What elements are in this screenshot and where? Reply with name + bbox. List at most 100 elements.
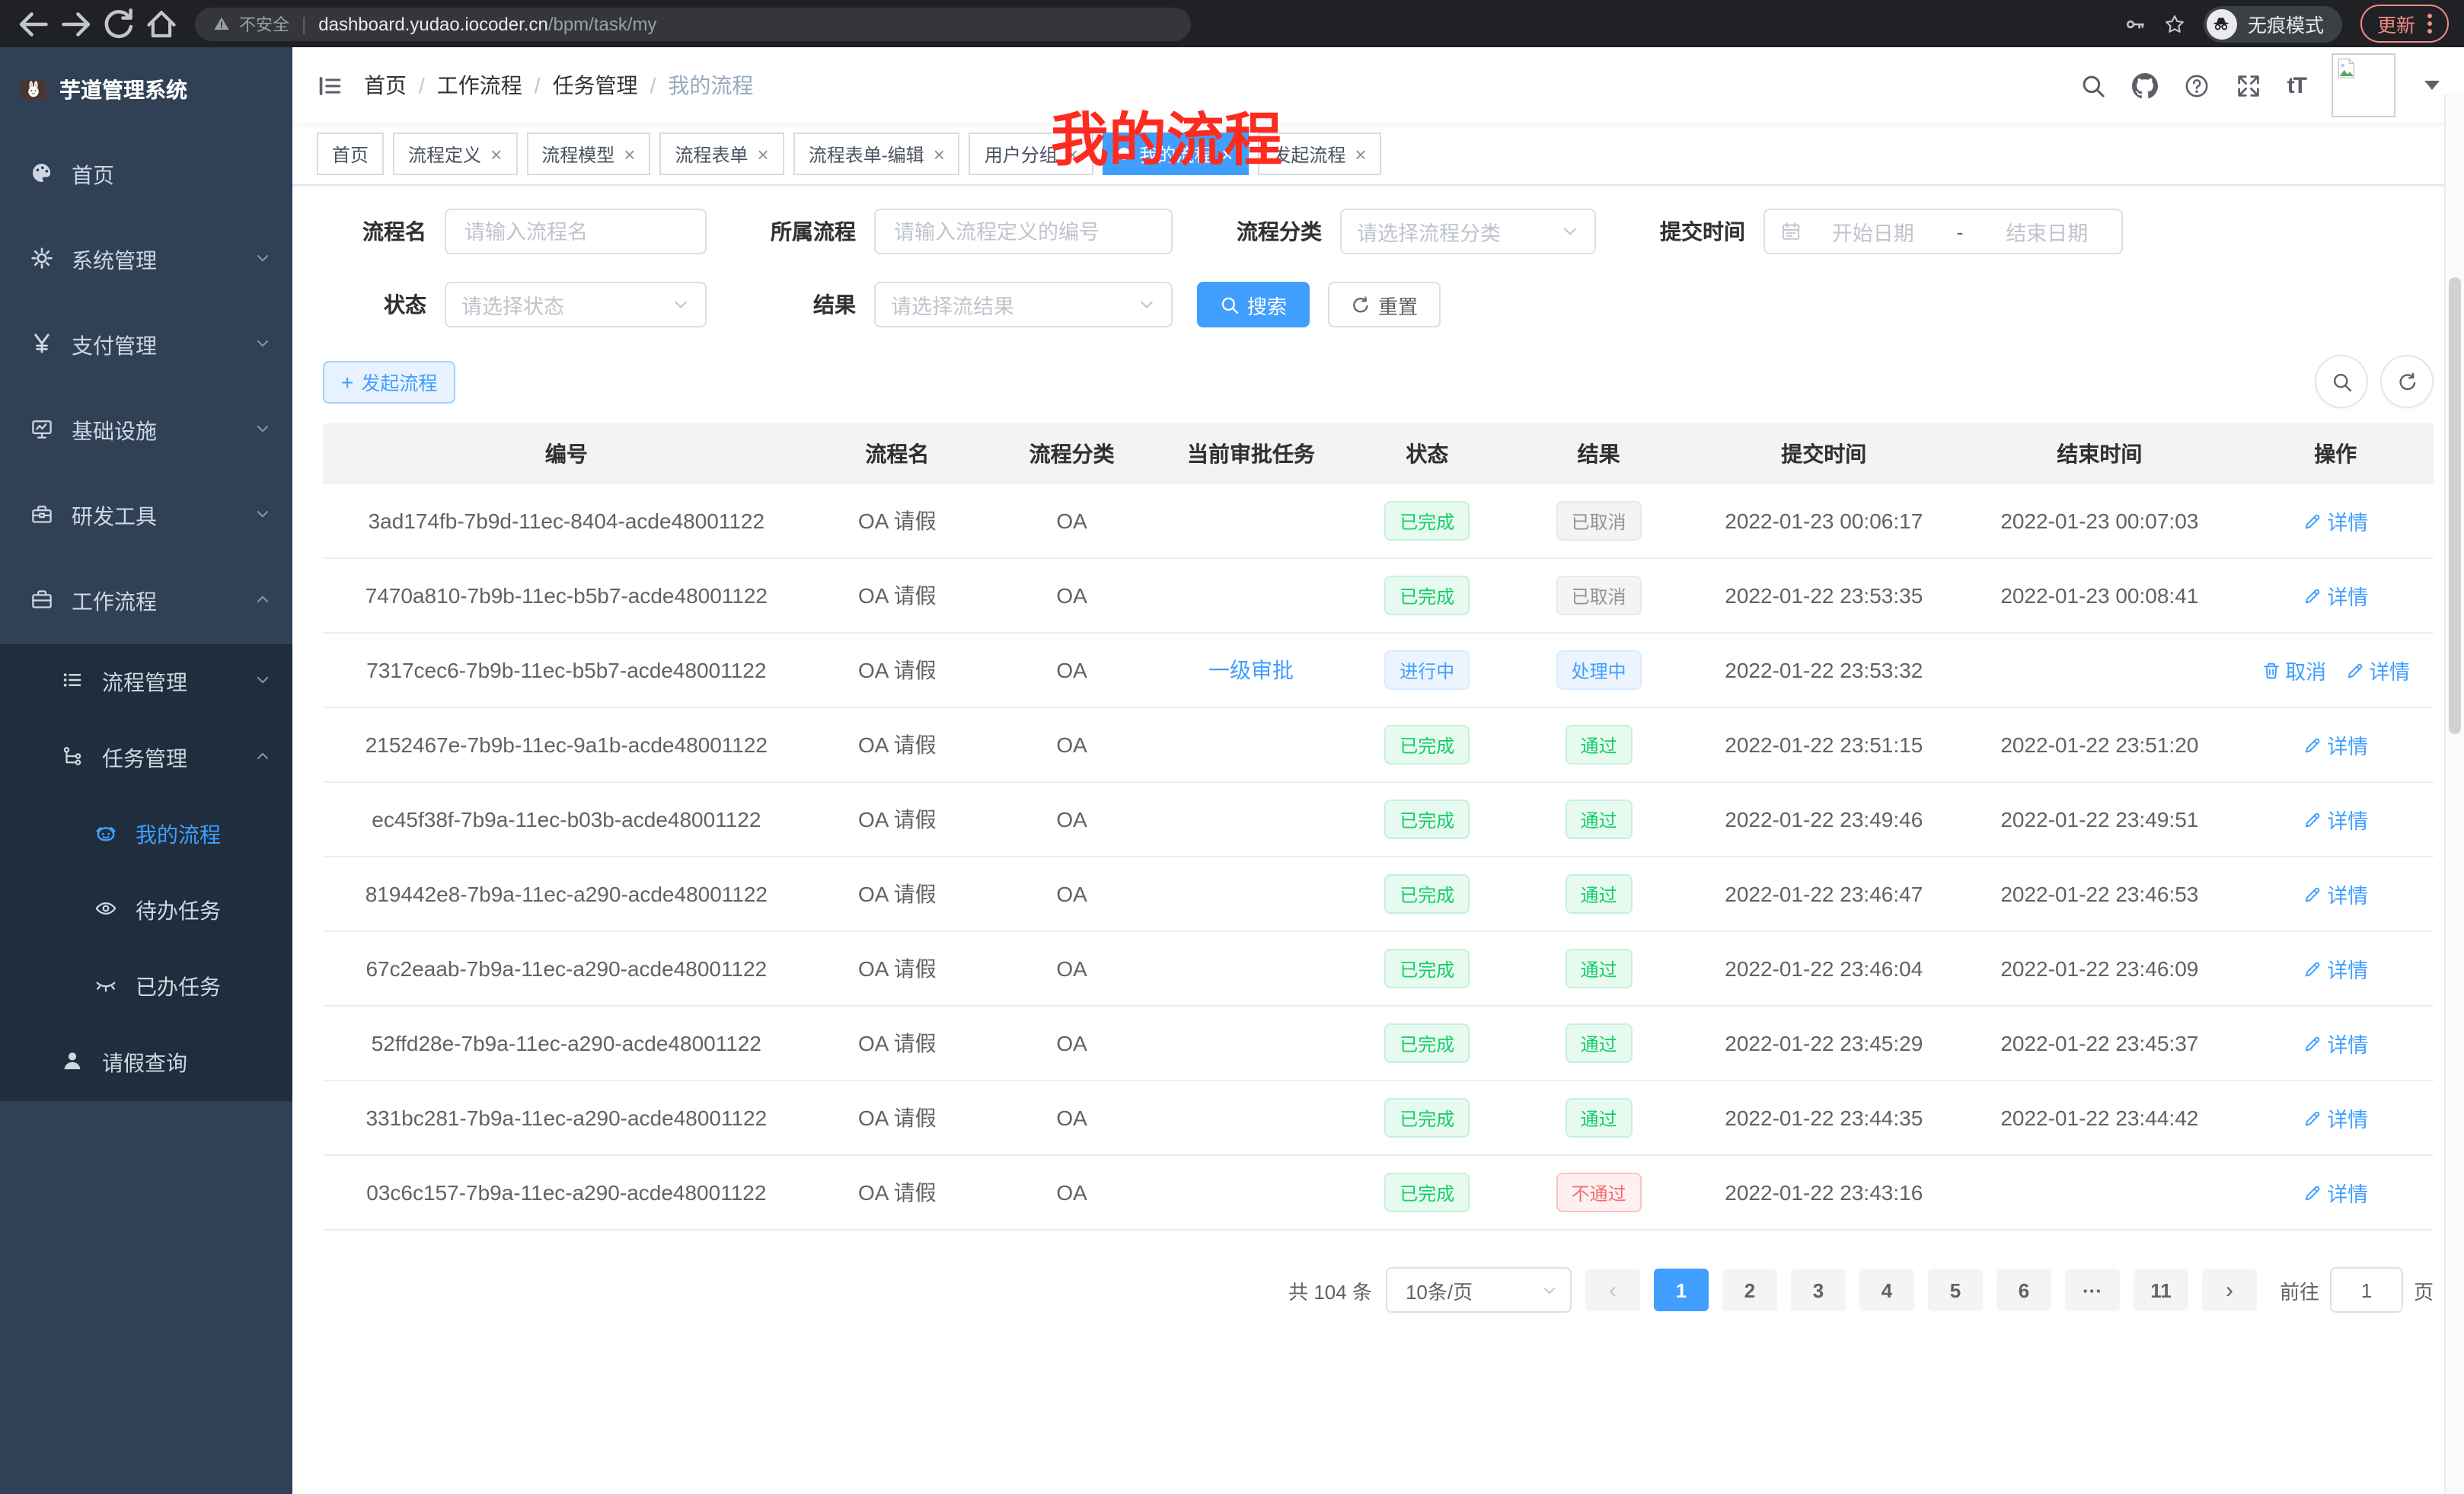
breadcrumb-item-首页[interactable]: 首页 bbox=[364, 70, 407, 101]
detail-action-link[interactable]: 详情 bbox=[2303, 1028, 2368, 1058]
font-size-icon[interactable]: tT bbox=[2287, 72, 2306, 98]
sidebar-item-label: 我的流程 bbox=[136, 819, 271, 850]
search-icon[interactable] bbox=[2080, 72, 2106, 98]
current-task-link[interactable]: 一级审批 bbox=[1208, 655, 1294, 685]
sidebar-item-工作流程[interactable]: 工作流程 bbox=[0, 559, 292, 644]
cell-process-name: OA 请假 bbox=[810, 1006, 985, 1081]
page-button-2[interactable]: 2 bbox=[1722, 1269, 1777, 1311]
tab-close-icon[interactable]: × bbox=[1067, 144, 1078, 164]
page-button-1[interactable]: 1 bbox=[1654, 1269, 1709, 1311]
scrollbar-thumb[interactable] bbox=[2449, 277, 2461, 734]
sidebar-fold-icon[interactable] bbox=[317, 72, 343, 98]
sidebar-item-系统管理[interactable]: 系统管理 bbox=[0, 218, 292, 303]
cell-current-task[interactable]: 一级审批 bbox=[1159, 633, 1342, 707]
table-row: 819442e8-7b9a-11ec-a290-acde48001122OA 请… bbox=[323, 857, 2434, 931]
sidebar-item-流程管理[interactable]: 流程管理 bbox=[0, 644, 292, 720]
tab-我的流程[interactable]: 我的流程× bbox=[1103, 132, 1248, 175]
browser-home-icon[interactable] bbox=[143, 5, 180, 42]
sidebar-item-首页[interactable]: 首页 bbox=[0, 132, 292, 218]
detail-action-link[interactable]: 详情 bbox=[2344, 655, 2410, 685]
next-page-button[interactable]: › bbox=[2202, 1269, 2257, 1311]
sidebar-item-label: 任务管理 bbox=[102, 743, 254, 774]
url-text: dashboard.yudao.iocoder.cn/bpm/task/my bbox=[318, 13, 656, 34]
app-logo[interactable]: 芋道管理系统 bbox=[0, 47, 292, 132]
tab-close-icon[interactable]: × bbox=[490, 144, 502, 164]
detail-action-link[interactable]: 详情 bbox=[2303, 580, 2368, 611]
chevron-down-icon bbox=[254, 250, 271, 267]
detail-action-link[interactable]: 详情 bbox=[2303, 729, 2368, 760]
tab-流程模型[interactable]: 流程模型× bbox=[526, 132, 650, 175]
detail-action-link[interactable]: 详情 bbox=[2303, 1177, 2368, 1208]
process-definition-input[interactable] bbox=[874, 209, 1173, 254]
process-category-select[interactable]: 请选择流程分类 bbox=[1340, 209, 1596, 254]
filter-row-2: 状态 请选择状态 结果 请选择流结果 搜索 bbox=[323, 282, 2434, 327]
detail-action-link[interactable]: 详情 bbox=[2303, 804, 2368, 835]
page-button-5[interactable]: 5 bbox=[1928, 1269, 1983, 1311]
avatar-dropdown-icon[interactable] bbox=[2424, 81, 2440, 90]
sidebar-item-我的流程[interactable]: 我的流程 bbox=[0, 796, 292, 873]
cell-process-id: 819442e8-7b9a-11ec-a290-acde48001122 bbox=[323, 857, 810, 931]
create-process-button[interactable]: + 发起流程 bbox=[323, 360, 455, 403]
tab-首页[interactable]: 首页 bbox=[317, 132, 384, 175]
page-button-11[interactable]: 11 bbox=[2134, 1269, 2188, 1311]
search-button[interactable]: 搜索 bbox=[1197, 282, 1310, 327]
pagination-ellipsis[interactable]: ··· bbox=[2065, 1269, 2120, 1311]
tab-流程表单[interactable]: 流程表单× bbox=[659, 132, 784, 175]
sidebar-item-研发工具[interactable]: 研发工具 bbox=[0, 474, 292, 559]
goto-page-input[interactable] bbox=[2330, 1267, 2403, 1313]
bookmark-star-icon[interactable] bbox=[2164, 13, 2185, 34]
tab-close-icon[interactable]: × bbox=[624, 144, 635, 164]
tab-close-icon[interactable]: × bbox=[1355, 144, 1366, 164]
fullscreen-icon[interactable] bbox=[2236, 72, 2261, 98]
tab-流程定义[interactable]: 流程定义× bbox=[393, 132, 517, 175]
browser-menu-icon[interactable] bbox=[2427, 14, 2432, 34]
submit-time-range-picker[interactable]: 开始日期 - 结束日期 bbox=[1763, 209, 2123, 254]
sidebar-item-请假查询[interactable]: 请假查询 bbox=[0, 1025, 292, 1101]
browser-forward-icon[interactable] bbox=[58, 5, 94, 42]
detail-action-link[interactable]: 详情 bbox=[2303, 1103, 2368, 1133]
sidebar-item-基础设施[interactable]: 基础设施 bbox=[0, 388, 292, 474]
tab-用户分组[interactable]: 用户分组× bbox=[969, 132, 1093, 175]
sidebar-item-支付管理[interactable]: 支付管理 bbox=[0, 303, 292, 388]
tab-close-icon[interactable]: × bbox=[1221, 144, 1233, 164]
page-button-4[interactable]: 4 bbox=[1859, 1269, 1914, 1311]
browser-reload-icon[interactable] bbox=[101, 5, 137, 42]
browser-back-icon[interactable] bbox=[15, 5, 52, 42]
tab-close-icon[interactable]: × bbox=[934, 144, 945, 164]
status-select[interactable]: 请选择状态 bbox=[445, 282, 707, 327]
sidebar-item-已办任务[interactable]: 已办任务 bbox=[0, 949, 292, 1025]
sidebar-item-待办任务[interactable]: 待办任务 bbox=[0, 873, 292, 949]
prev-page-button[interactable]: ‹ bbox=[1585, 1269, 1640, 1311]
address-bar[interactable]: 不安全 | dashboard.yudao.iocoder.cn/bpm/tas… bbox=[195, 7, 1191, 40]
page-size-select[interactable]: 10条/页 bbox=[1386, 1267, 1572, 1313]
cell-current-task bbox=[1159, 1155, 1342, 1230]
tab-流程表单-编辑[interactable]: 流程表单-编辑× bbox=[793, 132, 960, 175]
tab-发起流程[interactable]: 发起流程× bbox=[1257, 132, 1381, 175]
browser-update-button[interactable]: 更新 bbox=[2360, 5, 2449, 43]
reset-button[interactable]: 重置 bbox=[1328, 282, 1441, 327]
goto-label: 前往 bbox=[2280, 1275, 2319, 1304]
result-select[interactable]: 请选择流结果 bbox=[874, 282, 1173, 327]
cancel-action-link[interactable]: 取消 bbox=[2261, 655, 2326, 685]
cell-result: 通过 bbox=[1511, 857, 1686, 931]
breadcrumb-item-工作流程[interactable]: 工作流程 bbox=[437, 70, 522, 101]
cell-submit-time: 2022-01-22 23:44:35 bbox=[1686, 1081, 1961, 1155]
help-icon[interactable] bbox=[2184, 72, 2210, 98]
refresh-table-button[interactable] bbox=[2380, 355, 2434, 408]
github-icon[interactable] bbox=[2132, 72, 2158, 98]
page-button-3[interactable]: 3 bbox=[1791, 1269, 1846, 1311]
detail-action-link[interactable]: 详情 bbox=[2303, 953, 2368, 984]
end-date-placeholder: 结束日期 bbox=[1988, 216, 2107, 247]
detail-action-link[interactable]: 详情 bbox=[2303, 879, 2368, 909]
avatar[interactable] bbox=[2332, 53, 2395, 117]
tab-close-icon[interactable]: × bbox=[758, 144, 769, 164]
incognito-badge[interactable]: 无痕模式 bbox=[2204, 5, 2342, 42]
process-name-input[interactable] bbox=[445, 209, 707, 254]
show-search-toggle-button[interactable] bbox=[2315, 355, 2368, 408]
breadcrumb-item-我的流程: 我的流程 bbox=[668, 70, 753, 101]
page-button-6[interactable]: 6 bbox=[1996, 1269, 2051, 1311]
key-icon[interactable] bbox=[2124, 13, 2146, 34]
sidebar-item-任务管理[interactable]: 任务管理 bbox=[0, 720, 292, 796]
breadcrumb-item-任务管理[interactable]: 任务管理 bbox=[553, 70, 638, 101]
detail-action-link[interactable]: 详情 bbox=[2303, 506, 2368, 536]
